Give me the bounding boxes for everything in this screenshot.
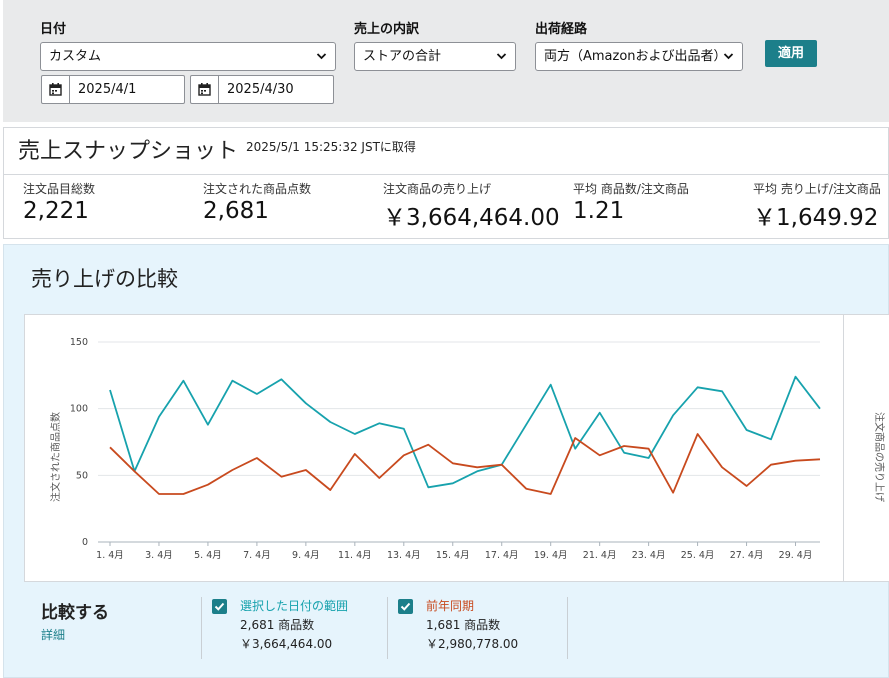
series-line-previous-year — [109, 433, 821, 495]
x-tick-label: 25. 4月 — [681, 550, 715, 561]
legend-item-sales: ￥3,664,464.00 — [240, 637, 333, 651]
legend-item-name: 選択した日付の範囲 — [240, 599, 349, 613]
legend-item-units: 2,681 商品数 — [240, 618, 315, 632]
channel-select-value: 両方（Amazonおよび出品者） — [544, 49, 727, 64]
metric-units-ordered: 注文された商品点数 2,681 — [203, 180, 311, 224]
divider — [387, 597, 388, 659]
breakdown-select[interactable]: ストアの合計 — [354, 42, 516, 71]
divider — [4, 174, 888, 175]
date-range-select-value: カスタム — [49, 49, 102, 64]
legend-item-name: 前年同期 — [426, 599, 475, 613]
x-tick-label: 11. 4月 — [338, 550, 372, 561]
x-tick-label: 15. 4月 — [436, 550, 470, 561]
chevron-down-icon — [723, 43, 734, 80]
filter-bar: 日付 カスタム 2025/4/1 2025/4/30 売上の内訳 ストアの合計 … — [3, 0, 889, 122]
metric-value: ￥3,664,464.00 — [383, 205, 560, 231]
series-line-selected-range — [109, 375, 821, 489]
x-tick-label: 17. 4月 — [485, 550, 519, 561]
metric-value: 2,681 — [203, 198, 269, 224]
metric-avg-units-per-item: 平均 商品数/注文商品 1.21 — [573, 180, 689, 224]
divider — [201, 597, 202, 659]
snapshot-timestamp: 2025/5/1 15:25:32 JSTに取得 — [246, 140, 416, 154]
metric-label: 平均 商品数/注文商品 — [573, 182, 689, 196]
line-chart: 注文された商品点数 注文商品の売り上げ 0 50 100 150 1. 4月 3. 4月… — [49, 337, 886, 561]
x-tick-label: 19. 4月 — [534, 550, 568, 561]
start-date-value: 2025/4/1 — [78, 82, 137, 97]
channel-label: 出荷経路 — [535, 22, 588, 37]
apply-button[interactable]: 適用 — [765, 40, 817, 67]
x-tick-label: 1. 4月 — [96, 550, 124, 561]
breakdown-select-value: ストアの合計 — [363, 49, 442, 64]
chevron-down-icon — [496, 43, 507, 80]
sales-snapshot: 売上スナップショット 2025/5/1 15:25:32 JSTに取得 注文品目… — [3, 127, 889, 239]
x-tick-label: 27. 4月 — [730, 550, 764, 561]
detail-link[interactable]: 詳細 — [41, 626, 65, 643]
calendar-icon[interactable] — [42, 76, 70, 103]
divider — [567, 597, 568, 659]
divider — [843, 315, 844, 581]
comparison-title: 売り上げの比較 — [31, 267, 178, 291]
calendar-icon[interactable] — [191, 76, 219, 103]
y-tick-label: 100 — [70, 404, 88, 415]
x-tick-label: 29. 4月 — [779, 550, 813, 561]
metric-total-order-items: 注文品目総数 2,221 — [23, 180, 95, 224]
metric-label: 平均 売り上げ/注文商品 — [753, 182, 881, 196]
metric-label: 注文品目総数 — [23, 182, 96, 196]
comparison-chart: 注文された商品点数 注文商品の売り上げ 0 50 100 150 1. 4月 3. 4月… — [24, 314, 889, 582]
sales-comparison: 売り上げの比較 注文された商品点数 注文商品の売り上げ 0 50 100 150 1.… — [3, 244, 889, 678]
metric-value: 1.21 — [573, 198, 625, 224]
metric-value: ￥1,649.92 — [753, 205, 879, 231]
metric-label: 注文された商品点数 — [203, 182, 312, 196]
x-tick-label: 23. 4月 — [632, 550, 666, 561]
x-tick-label: 7. 4月 — [243, 550, 271, 561]
channel-select[interactable]: 両方（Amazonおよび出品者） — [535, 42, 743, 71]
end-date-field[interactable]: 2025/4/30 — [190, 75, 334, 104]
date-label: 日付 — [40, 22, 67, 37]
metric-ordered-product-sales: 注文商品の売り上げ ￥3,664,464.00 — [383, 180, 560, 232]
start-date-field[interactable]: 2025/4/1 — [41, 75, 185, 104]
y-tick-label: 50 — [76, 470, 88, 481]
legend-item-units: 1,681 商品数 — [426, 618, 501, 632]
checkbox-checked-icon[interactable] — [398, 599, 413, 614]
breakdown-label: 売上の内訳 — [354, 22, 420, 37]
y-axis-label-left: 注文された商品点数 — [49, 412, 62, 502]
metric-label: 注文商品の売り上げ — [383, 182, 492, 196]
metric-value: 2,221 — [23, 198, 89, 224]
x-tick-label: 5. 4月 — [194, 550, 222, 561]
y-tick-label: 0 — [82, 537, 88, 548]
y-axis-label-right: 注文商品の売り上げ — [873, 412, 886, 502]
legend-item-sales: ￥2,980,778.00 — [426, 637, 519, 651]
metric-avg-sales-per-item: 平均 売り上げ/注文商品 ￥1,649.92 — [753, 180, 881, 232]
snapshot-title: 売上スナップショット — [18, 139, 239, 164]
checkbox-checked-icon[interactable] — [212, 599, 227, 614]
x-tick-label: 13. 4月 — [387, 550, 421, 561]
compare-legend-title: 比較する — [41, 603, 109, 623]
x-tick-label: 3. 4月 — [145, 550, 173, 561]
x-tick-label: 21. 4月 — [583, 550, 617, 561]
end-date-value: 2025/4/30 — [227, 82, 294, 97]
date-range-select[interactable]: カスタム — [40, 42, 336, 71]
y-tick-label: 150 — [70, 337, 88, 348]
x-tick-label: 9. 4月 — [292, 550, 320, 561]
